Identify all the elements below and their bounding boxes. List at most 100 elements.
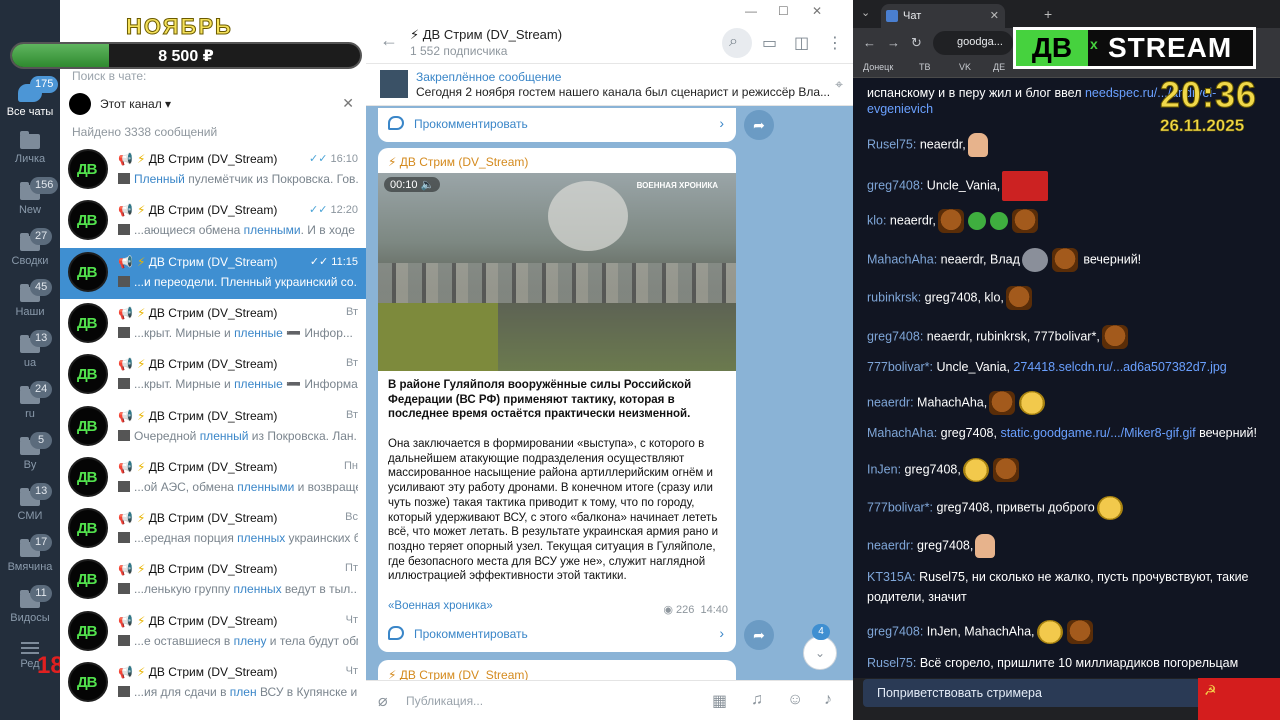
comments-icon[interactable]: ▭ xyxy=(762,33,777,53)
chat-time: Вс xyxy=(345,511,358,523)
post-body: Она заключается в формировании «выступа»… xyxy=(388,438,718,583)
search-icon[interactable]: ⌕ xyxy=(729,33,738,51)
chat-nick[interactable]: MahachAha: xyxy=(867,426,937,440)
emote-beaver-icon xyxy=(1051,248,1078,272)
post-author[interactable]: ⚡ ДВ Стрим (DV_Stream) xyxy=(388,155,528,169)
chat-nick[interactable]: 777bolivar*: xyxy=(867,360,933,374)
media-thumbnail xyxy=(118,481,130,492)
chat-list-item[interactable]: 📢⚡ ДВ Стрим (DV_Stream) Чт ...ия для сдачи… xyxy=(60,658,366,709)
chat-list-item[interactable]: 📢⚡ ДВ Стрим (DV_Stream) Вт ...крыт. Мирные… xyxy=(60,350,366,401)
comment-button[interactable]: Прокомментировать › xyxy=(378,618,736,652)
tab-chat[interactable]: Чат ✕ xyxy=(881,4,1005,28)
chat-preview: ...крыт. Мирные и пленные ➖ Информа... xyxy=(118,377,358,391)
chat-nick[interactable]: neaerdr: xyxy=(867,395,914,409)
folder-vidosy[interactable]: 11 Видосы xyxy=(0,585,60,635)
stream-logo-name: STREAM xyxy=(1108,32,1233,63)
maximize-icon[interactable]: ☐ xyxy=(778,4,789,18)
chat-list-item[interactable]: 📢⚡ ДВ Стрим (DV_Stream) Вт ...крыт. Мирные… xyxy=(60,299,366,350)
address-bar[interactable]: goodga... xyxy=(933,31,1013,55)
folder-rail: 175 Все чаты Личка 156 New 27 Сводки 45 … xyxy=(0,0,60,720)
search-in-chat-label[interactable]: Поиск в чате: xyxy=(72,69,146,83)
reload-icon[interactable]: ↻ xyxy=(911,35,922,51)
chat-preview: ...крыт. Мирные и пленные ➖ Инфор... xyxy=(118,326,358,340)
close-tab-icon[interactable]: ✕ xyxy=(990,9,999,22)
folder-nashi[interactable]: 45 Наши xyxy=(0,279,60,329)
chat-link[interactable]: evgenievich xyxy=(867,102,933,116)
chat-list-item[interactable]: 📢⚡ ДВ Стрим (DV_Stream) Пт ...ленькую груп… xyxy=(60,555,366,606)
share-button[interactable]: ➦ xyxy=(744,110,774,140)
chat-nick[interactable]: neaerdr: xyxy=(867,538,914,552)
chat-list-item[interactable]: 📢⚡ ДВ Стрим (DV_Stream) ✓✓16:10 Пленный пу… xyxy=(60,145,366,196)
comment-button[interactable]: Прокомментировать › xyxy=(378,108,736,142)
folder-by[interactable]: 5 By xyxy=(0,432,60,482)
media-thumbnail xyxy=(118,276,130,287)
chat-text: Всё сгорело, пришлите 10 миллиардиков по… xyxy=(916,656,1239,670)
channel-filter[interactable]: Этот канал ▾ ✕ xyxy=(60,92,366,118)
chat-title: 📢 ⚡ ДВ Стрим (DV_Stream) xyxy=(118,357,278,371)
chat-nick[interactable]: 777bolivar*: xyxy=(867,500,933,514)
tab-list-icon[interactable]: ⌄ xyxy=(861,6,870,19)
chat-title: 📢 ⚡ ДВ Стрим (DV_Stream) xyxy=(118,306,278,320)
emoji-icon[interactable]: ☺ xyxy=(787,691,803,709)
folder-new[interactable]: 156 New xyxy=(0,177,60,227)
bookmark-item[interactable]: VK xyxy=(959,62,971,72)
folder-all-chats[interactable]: 175 Все чаты xyxy=(0,76,60,126)
chat-text: родители, значит xyxy=(867,590,967,604)
bookmark-item[interactable]: ДЕ xyxy=(993,62,1005,72)
folder-vmyachina[interactable]: 17 Вмячина xyxy=(0,534,60,584)
chat-list-item[interactable]: 📢⚡ ДВ Стрим (DV_Stream) Вт Очередной пленн… xyxy=(60,402,366,453)
folder-ru[interactable]: 24 ru xyxy=(0,381,60,431)
scroll-down-button[interactable]: ⌄ xyxy=(803,636,837,670)
red-flag-image: ☭ xyxy=(1198,678,1280,720)
schedule-icon[interactable]: ▦ xyxy=(712,691,727,711)
close-window-icon[interactable]: ✕ xyxy=(812,4,822,18)
chat-nick[interactable]: greg7408: xyxy=(867,178,923,192)
folder-svodki[interactable]: 27 Сводки xyxy=(0,228,60,278)
share-button[interactable]: ➦ xyxy=(744,620,774,650)
forward-icon[interactable]: → xyxy=(887,35,900,50)
folder-smi[interactable]: 13 СМИ xyxy=(0,483,60,533)
chat-nick[interactable]: Rusel75: xyxy=(867,137,916,151)
bookmark-item[interactable]: ТВ xyxy=(919,62,931,72)
post-video[interactable]: 00:10 🔈 ВОЕННАЯ ХРОНИКА xyxy=(378,173,736,371)
folder-lichka[interactable]: Личка xyxy=(0,126,60,176)
chat-nick[interactable]: greg7408: xyxy=(867,624,923,638)
channel-name[interactable]: ⚡ ДВ Стрим (DV_Stream) xyxy=(410,27,562,43)
bell-icon[interactable]: ♫ xyxy=(751,691,763,709)
donation-goal-amount: 8 500 ₽ xyxy=(158,48,214,65)
chat-nick[interactable]: InJen: xyxy=(867,462,901,476)
chat-time: Чт xyxy=(345,614,358,626)
chat-list-item[interactable]: 📢⚡ ДВ Стрим (DV_Stream) ✓✓12:20 ...ающиеся… xyxy=(60,196,366,247)
post-source-link[interactable]: «Военная хроника» xyxy=(388,600,493,612)
close-icon[interactable]: ✕ xyxy=(342,95,354,112)
folder-ua[interactable]: 13 ua xyxy=(0,330,60,380)
chat-list-item[interactable]: 📢⚡ ДВ Стрим (DV_Stream) Пн ...ой АЭС, обме… xyxy=(60,453,366,504)
sidebar-icon[interactable]: ◫ xyxy=(794,33,809,53)
composer-input[interactable]: Публикация... xyxy=(406,694,483,708)
channel-pane: — ☐ ✕ ← ⚡ ДВ Стрим (DV_Stream) 1 552 под… xyxy=(366,0,853,720)
back-icon[interactable]: ← xyxy=(863,35,876,50)
chat-nick[interactable]: greg7408: xyxy=(867,329,923,343)
chat-list-item[interactable]: 📢⚡ ДВ Стрим (DV_Stream) ✓✓11:15 ...и перео… xyxy=(60,248,366,299)
more-icon[interactable]: ⋮ xyxy=(827,33,843,53)
chat-nick[interactable]: MahachAha: xyxy=(867,252,937,266)
folder-label: By xyxy=(23,459,37,471)
bookmark-item[interactable]: Донецк xyxy=(863,62,893,72)
chevron-right-icon: › xyxy=(719,625,724,641)
new-tab-icon[interactable]: + xyxy=(1044,6,1052,22)
chat-list-item[interactable]: 📢⚡ ДВ Стрим (DV_Stream) Чт ...е оставшиеся… xyxy=(60,607,366,658)
chat-link[interactable]: static.goodgame.ru/.../Miker8-gif.gif xyxy=(1000,426,1195,440)
chat-nick[interactable]: Rusel75: xyxy=(867,656,916,670)
minimize-icon[interactable]: — xyxy=(745,4,757,18)
chat-nick[interactable]: klo: xyxy=(867,213,886,227)
chat-list-item[interactable]: 📢⚡ ДВ Стрим (DV_Stream) Вс ...ередная порц… xyxy=(60,504,366,555)
pinned-message[interactable]: Закреплённое сообщение Сегодня 2 ноября … xyxy=(366,64,853,106)
pin-list-icon[interactable]: ⌖ xyxy=(835,76,843,93)
folder-badge: 11 xyxy=(30,585,52,602)
attach-icon[interactable]: ⌀ xyxy=(378,691,388,711)
chat-nick[interactable]: KT315A: xyxy=(867,570,916,584)
chat-link[interactable]: 274418.selcdn.ru/...ad6a507382d7.jpg xyxy=(1013,360,1226,374)
back-arrow-icon[interactable]: ← xyxy=(380,30,398,51)
microphone-icon[interactable]: ♪ xyxy=(824,691,832,709)
chat-nick[interactable]: rubinkrsk: xyxy=(867,290,921,304)
